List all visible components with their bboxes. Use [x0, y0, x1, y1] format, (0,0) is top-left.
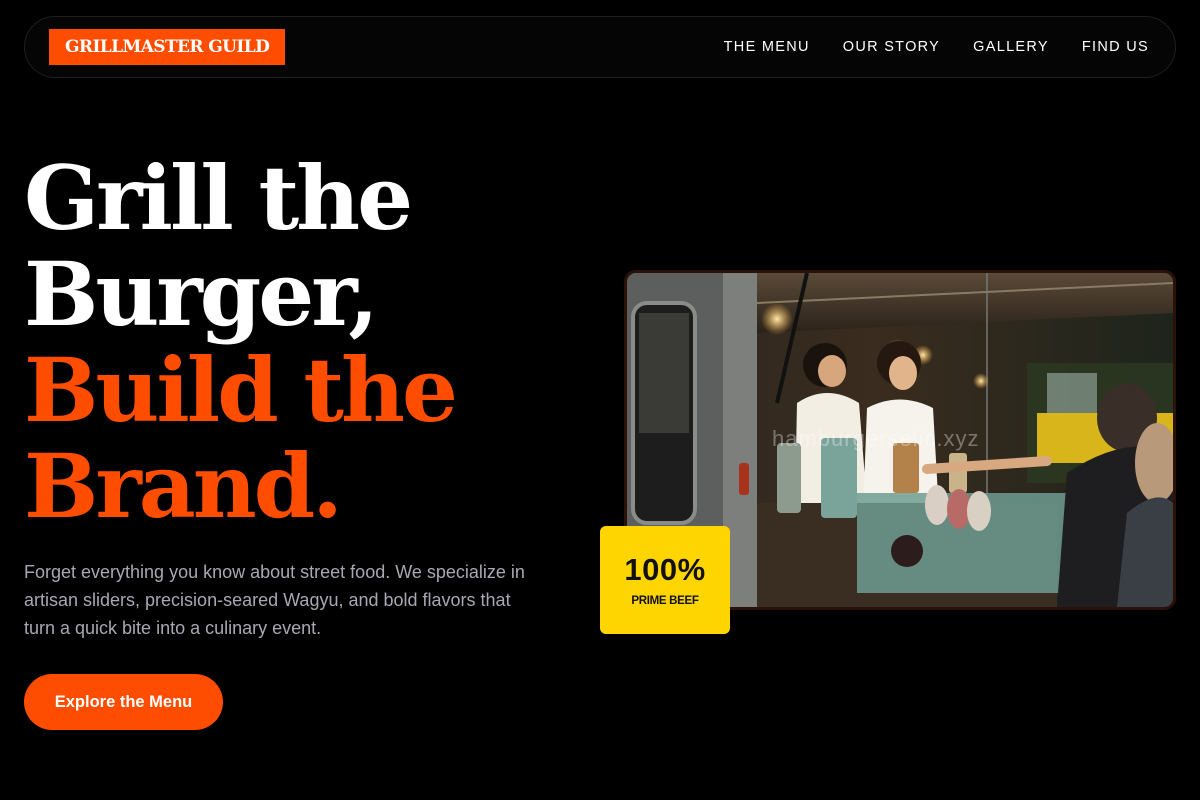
- nav-link-gallery[interactable]: GALLERY: [973, 39, 1049, 55]
- top-navigation: GRILLMASTER GUILD THE MENU OUR STORY GAL…: [24, 16, 1176, 78]
- image-watermark: hamburgerselic.xyz: [772, 426, 980, 451]
- explore-menu-button[interactable]: Explore the Menu: [24, 674, 223, 730]
- brand-logo[interactable]: GRILLMASTER GUILD: [49, 29, 286, 65]
- nav-link-our-story[interactable]: OUR STORY: [843, 39, 940, 55]
- headline-line-4: Brand.: [24, 434, 343, 538]
- headline-line-2: Burger,: [24, 242, 379, 346]
- hero-description: Forget everything you know about street …: [24, 562, 525, 638]
- prime-beef-badge: 100% PRIME BEEF: [600, 526, 730, 634]
- nav-link-the-menu[interactable]: THE MENU: [724, 39, 810, 55]
- nav-links: THE MENU OUR STORY GALLERY FIND US: [724, 39, 1149, 55]
- hero-headline: Grill the Burger, Build the Brand.: [24, 150, 584, 534]
- badge-label: PRIME BEEF: [631, 595, 699, 607]
- nav-link-find-us[interactable]: FIND US: [1082, 39, 1149, 55]
- badge-value: 100%: [624, 552, 706, 587]
- headline-line-3: Build the: [24, 338, 458, 442]
- headline-line-1: Grill the: [24, 146, 413, 250]
